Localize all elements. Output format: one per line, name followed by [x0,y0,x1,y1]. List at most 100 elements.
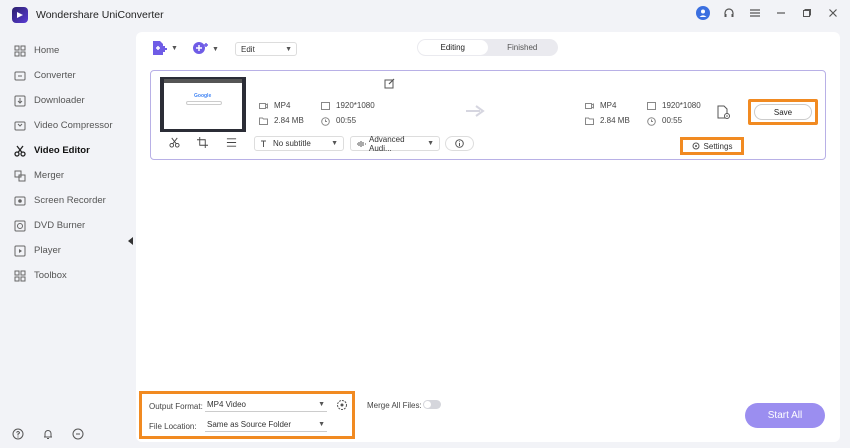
mode-select-value: Edit [241,44,255,54]
merge-all-files-label: Merge All Files: [367,401,422,410]
add-media-button[interactable]: ▼ [192,40,219,58]
video-icon [585,102,594,110]
settings-button[interactable]: Settings [680,137,744,155]
compress-icon [14,120,26,132]
chevron-down-icon: ▼ [318,421,325,428]
thumbnail-text: Google [194,93,212,99]
output-format-value: MP4 Video [207,400,246,409]
trim-icon[interactable] [169,137,180,148]
save-button[interactable]: Save [754,104,812,120]
sidebar-item-video-compressor[interactable]: Video Compressor [0,113,130,138]
merge-icon [14,170,26,182]
collapse-sidebar-button[interactable] [126,232,136,250]
video-icon [259,102,268,110]
info-button[interactable] [445,136,474,151]
chevron-down-icon: ▼ [427,140,434,147]
sidebar-item-merger[interactable]: Merger [0,163,130,188]
sidebar-item-label: Toolbox [34,270,67,281]
chevron-down-icon: ▼ [212,45,219,53]
sidebar-item-label: Converter [34,70,76,81]
sidebar-item-label: Merger [34,170,65,181]
start-all-button[interactable]: Start All [745,403,825,428]
format-settings-icon[interactable] [336,399,348,411]
add-files-button[interactable]: ▼ [151,40,178,56]
disc-icon [14,220,26,232]
output-format-label: Output Format: [149,402,203,411]
clock-icon [321,116,330,126]
subtitle-select-value: No subtitle [273,139,311,148]
source-size: 2.84 MB [259,116,304,125]
audio-wave-icon [356,140,366,148]
target-size: 2.84 MB [585,116,630,125]
menu-icon[interactable] [748,6,762,20]
feedback-icon[interactable] [72,428,84,440]
chevron-left-icon [128,237,133,245]
video-thumbnail[interactable]: Google [160,77,246,132]
target-format: MP4 [585,101,616,110]
sidebar-item-label: Video Editor [34,145,90,156]
file-location-value: Same as Source Folder [207,420,292,429]
scissors-icon [14,145,26,157]
add-media-icon [192,40,208,58]
app-title: Wondershare UniConverter [36,9,164,21]
save-button-highlight: Save [748,99,818,125]
user-icon[interactable] [696,6,710,20]
tab-finished[interactable]: Finished [488,40,558,55]
source-resolution: 1920*1080 [321,101,375,110]
audio-select[interactable]: Advanced Audi... ▼ [350,134,440,153]
source-duration: 00:55 [321,116,356,126]
source-format: MP4 [259,101,290,110]
bell-icon[interactable] [42,428,54,440]
sidebar-item-screen-recorder[interactable]: Screen Recorder [0,188,130,213]
sidebar-item-toolbox[interactable]: Toolbox [0,263,130,288]
chevron-down-icon: ▼ [318,401,325,408]
grid-icon [14,270,26,282]
resolution-icon [647,101,656,110]
sidebar-item-label: Player [34,245,61,256]
file-card: Google MP4 1920*1080 2.84 MB 00:55 MP4 1… [150,70,826,160]
output-format-select[interactable]: MP4 Video ▼ [205,398,327,412]
sidebar: Home Converter Downloader Video Compress… [0,38,130,288]
sidebar-item-converter[interactable]: Converter [0,63,130,88]
subtitle-select[interactable]: No subtitle ▼ [254,136,344,151]
target-resolution: 1920*1080 [647,101,701,110]
download-icon [14,95,26,107]
status-tabs: Editing Finished [417,39,558,56]
tab-editing[interactable]: Editing [418,40,488,55]
chevron-down-icon: ▼ [285,45,292,53]
minimize-icon[interactable] [774,6,788,20]
file-output-settings-icon[interactable] [716,105,731,120]
sidebar-item-player[interactable]: Player [0,238,130,263]
folder-icon [585,117,594,125]
file-location-select[interactable]: Same as Source Folder ▼ [205,418,327,432]
sidebar-item-dvd-burner[interactable]: DVD Burner [0,213,130,238]
record-icon [14,195,26,207]
mode-select[interactable]: Edit ▼ [235,42,297,56]
crop-icon[interactable] [197,137,209,148]
app-logo [12,7,28,23]
merge-all-files-toggle[interactable] [423,400,441,409]
maximize-icon[interactable] [800,6,814,20]
converter-icon [14,70,26,82]
help-icon[interactable] [12,428,24,440]
folder-icon [259,117,268,125]
title-bar: Wondershare UniConverter [0,0,850,30]
file-location-label: File Location: [149,422,197,431]
sidebar-item-label: DVD Burner [34,220,86,231]
home-icon [14,45,26,57]
sidebar-item-home[interactable]: Home [0,38,130,63]
clock-icon [647,116,656,126]
add-file-icon [151,40,167,56]
sidebar-item-video-editor[interactable]: Video Editor [0,138,130,163]
rename-icon[interactable] [384,78,395,89]
info-icon [455,139,464,148]
headset-icon[interactable] [722,6,736,20]
close-icon[interactable] [826,6,840,20]
sidebar-item-label: Downloader [34,95,85,106]
sidebar-item-label: Home [34,45,60,56]
effects-icon[interactable] [226,137,237,148]
audio-select-value: Advanced Audi... [369,134,405,153]
target-duration: 00:55 [647,116,682,126]
sidebar-item-downloader[interactable]: Downloader [0,88,130,113]
subtitle-icon [260,140,270,148]
